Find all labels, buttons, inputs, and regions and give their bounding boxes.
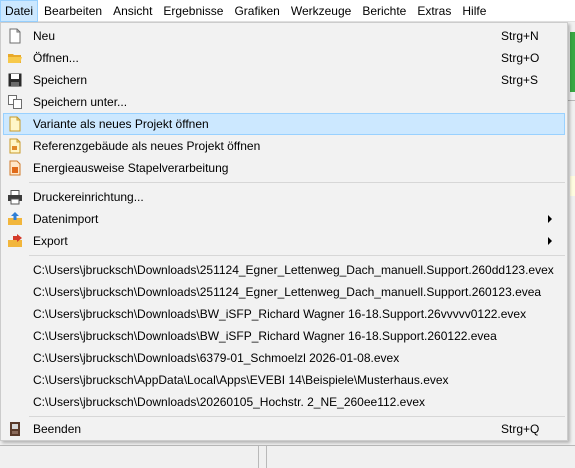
menu-extras[interactable]: Extras xyxy=(412,0,456,22)
recent-file-item[interactable]: C:\Users\jbrucksch\Downloads\251124_Egne… xyxy=(3,281,565,303)
menu-item-save-as[interactable]: Speichern unter... xyxy=(3,91,565,113)
recent-file-item[interactable]: C:\Users\jbrucksch\Downloads\20260105_Ho… xyxy=(3,391,565,413)
menu-bar: Datei Bearbeiten Ansicht Ergebnisse Graf… xyxy=(0,0,575,22)
menu-item-import-label: Datenimport xyxy=(33,212,99,226)
floppy-disk-icon xyxy=(8,73,22,87)
background-yellow-strip xyxy=(570,176,575,196)
menu-item-open-label: Öffnen... xyxy=(33,51,79,65)
background-bottom-divider-b xyxy=(258,445,259,468)
recent-file-label: C:\Users\jbrucksch\Downloads\20260105_Ho… xyxy=(33,395,426,409)
menu-grafiken[interactable]: Grafiken xyxy=(229,0,284,22)
menu-ergebnisse[interactable]: Ergebnisse xyxy=(158,0,228,22)
background-divider xyxy=(568,100,575,101)
recent-file-label: C:\Users\jbrucksch\Downloads\6379-01_Sch… xyxy=(33,351,400,365)
recent-file-item[interactable]: C:\Users\jbrucksch\Downloads\BW_iSFP_Ric… xyxy=(3,325,565,347)
menu-item-exit[interactable]: Beenden Strg+Q xyxy=(3,418,565,440)
menu-item-printer-setup[interactable]: Druckereinrichtung... xyxy=(3,186,565,208)
menu-separator xyxy=(29,416,565,417)
menu-item-reference-label: Referenzgebäude als neues Projekt öffnen xyxy=(33,139,261,153)
import-icon xyxy=(8,212,22,225)
background-bottom-divider-a xyxy=(0,445,575,446)
menu-item-batch[interactable]: Energieausweise Stapelverarbeitung xyxy=(3,157,565,179)
menu-ansicht[interactable]: Ansicht xyxy=(108,0,157,22)
new-file-icon xyxy=(9,28,21,44)
menu-item-variant-label: Variante als neues Projekt öffnen xyxy=(33,117,209,131)
export-icon xyxy=(8,234,22,247)
recent-file-item[interactable]: C:\Users\jbrucksch\Downloads\251124_Egne… xyxy=(3,259,565,281)
menu-separator xyxy=(29,255,565,256)
menu-item-open-shortcut: Strg+O xyxy=(501,51,540,65)
menu-item-export-label: Export xyxy=(33,234,68,248)
menu-item-variant[interactable]: Variante als neues Projekt öffnen xyxy=(3,113,565,135)
menu-item-exit-shortcut: Strg+Q xyxy=(501,422,540,436)
menu-item-new-shortcut: Strg+N xyxy=(501,29,539,43)
menu-berichte[interactable]: Berichte xyxy=(357,0,411,22)
menu-bearbeiten[interactable]: Bearbeiten xyxy=(39,0,107,22)
menu-item-open[interactable]: Öffnen... Strg+O xyxy=(3,47,565,69)
recent-file-label: C:\Users\jbrucksch\Downloads\251124_Egne… xyxy=(33,285,542,299)
menu-item-exit-label: Beenden xyxy=(33,422,82,436)
submenu-arrow-icon xyxy=(548,237,552,245)
recent-file-label: C:\Users\jbrucksch\Downloads\251124_Egne… xyxy=(33,263,554,277)
recent-file-item[interactable]: C:\Users\jbrucksch\Downloads\BW_iSFP_Ric… xyxy=(3,303,565,325)
reference-document-icon xyxy=(9,138,21,154)
submenu-arrow-icon xyxy=(548,215,552,223)
batch-document-icon xyxy=(9,160,21,176)
menu-item-printer-setup-label: Druckereinrichtung... xyxy=(33,190,144,204)
background-green-strip xyxy=(570,32,575,92)
background-bottom-divider-c xyxy=(266,445,267,468)
menu-item-save[interactable]: Speichern Strg+S xyxy=(3,69,565,91)
variant-document-icon xyxy=(9,116,21,132)
menu-item-new-label: Neu xyxy=(33,29,56,43)
menu-separator xyxy=(29,182,565,183)
recent-file-item[interactable]: C:\Users\jbrucksch\Downloads\6379-01_Sch… xyxy=(3,347,565,369)
recent-file-label: C:\Users\jbrucksch\Downloads\BW_iSFP_Ric… xyxy=(33,307,527,321)
menu-item-save-shortcut: Strg+S xyxy=(501,73,539,87)
menu-datei[interactable]: Datei xyxy=(0,0,39,22)
menu-item-export[interactable]: Export xyxy=(3,230,565,252)
file-menu-dropdown: Neu Strg+N Öffnen... Strg+O Speichern St… xyxy=(0,22,568,441)
folder-icon xyxy=(8,54,22,63)
copy-pages-icon xyxy=(8,95,22,109)
menu-item-save-as-label: Speichern unter... xyxy=(33,95,128,109)
menu-item-save-label: Speichern xyxy=(33,73,88,87)
recent-file-label: C:\Users\jbrucksch\AppData\Local\Apps\EV… xyxy=(33,373,449,387)
menu-werkzeuge[interactable]: Werkzeuge xyxy=(286,0,356,22)
menu-item-reference[interactable]: Referenzgebäude als neues Projekt öffnen xyxy=(3,135,565,157)
recent-file-label: C:\Users\jbrucksch\Downloads\BW_iSFP_Ric… xyxy=(33,329,497,343)
printer-icon xyxy=(8,190,22,205)
exit-door-icon xyxy=(10,422,20,436)
menu-hilfe[interactable]: Hilfe xyxy=(457,0,491,22)
menu-item-batch-label: Energieausweise Stapelverarbeitung xyxy=(33,161,229,175)
recent-file-item[interactable]: C:\Users\jbrucksch\AppData\Local\Apps\EV… xyxy=(3,369,565,391)
menu-item-new[interactable]: Neu Strg+N xyxy=(3,25,565,47)
menu-item-import[interactable]: Datenimport xyxy=(3,208,565,230)
